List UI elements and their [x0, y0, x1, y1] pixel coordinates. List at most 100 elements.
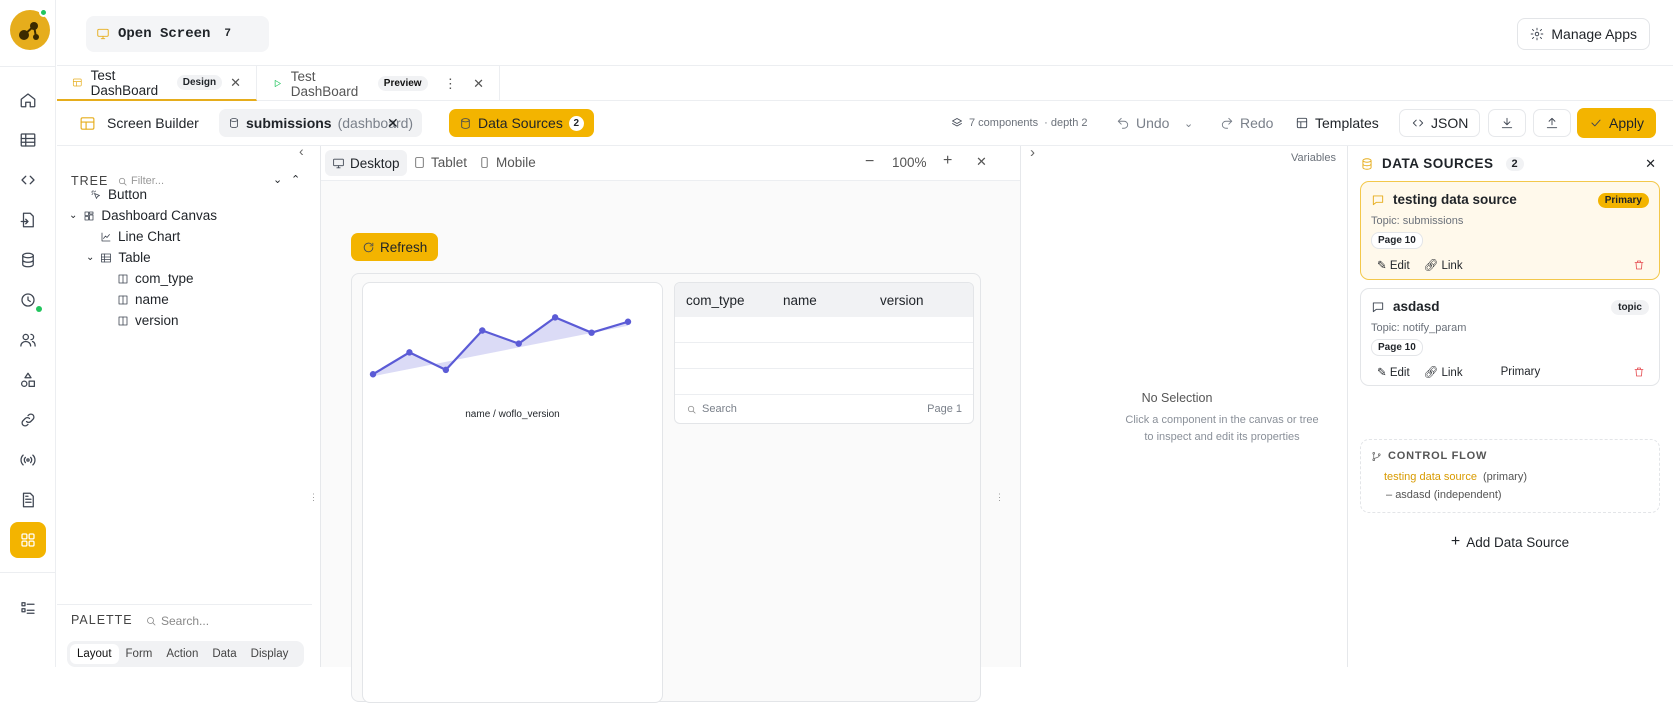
- collapse-all-icon[interactable]: ⌃: [291, 173, 300, 186]
- table-row[interactable]: [675, 369, 973, 395]
- expand-all-icon[interactable]: ⌄: [273, 173, 282, 186]
- expand-inspector-icon[interactable]: ›: [1030, 144, 1035, 161]
- palette-tab-display[interactable]: Display: [244, 644, 296, 664]
- import-nav[interactable]: [10, 202, 46, 238]
- palette-tab-data[interactable]: Data: [205, 644, 243, 664]
- chevron-down-icon[interactable]: ⌄: [69, 210, 77, 221]
- home-icon: [20, 93, 36, 108]
- chart-point[interactable]: [515, 340, 522, 347]
- chevron-down-icon[interactable]: ⌄: [86, 252, 94, 263]
- table-row[interactable]: [675, 343, 973, 369]
- make-primary-button[interactable]: Primary: [1501, 366, 1541, 378]
- users-nav[interactable]: [10, 322, 46, 358]
- history-nav[interactable]: [10, 282, 46, 318]
- line-chart-widget[interactable]: name / woflo_version: [362, 282, 663, 703]
- zoom-in-icon[interactable]: +: [943, 152, 952, 170]
- tree-item-table[interactable]: ⌄ Table: [86, 250, 151, 265]
- close-preview-icon[interactable]: ✕: [976, 154, 987, 170]
- device-desktop[interactable]: Desktop: [325, 150, 407, 176]
- links-nav[interactable]: [10, 402, 46, 438]
- chart-point[interactable]: [551, 314, 559, 321]
- home-nav[interactable]: [10, 82, 46, 118]
- tree-item-column[interactable]: version: [117, 313, 179, 328]
- chart-point[interactable]: [588, 329, 595, 336]
- code-icon: [1412, 119, 1424, 127]
- download-button[interactable]: [1488, 109, 1526, 137]
- docs-nav[interactable]: [10, 482, 46, 518]
- edit-button[interactable]: ✎ Edit: [1377, 258, 1410, 272]
- zoom-out-icon[interactable]: −: [865, 153, 874, 171]
- tab-design-close-icon[interactable]: ✕: [230, 75, 241, 91]
- control-flow-box: CONTROL FLOW testing data source (primar…: [1360, 439, 1660, 513]
- tree-item-column[interactable]: com_type: [117, 271, 194, 286]
- database-nav[interactable]: [10, 242, 46, 278]
- table-footer: Search Page 1: [675, 395, 973, 423]
- table-widget[interactable]: com_type name version Search Page 1: [674, 282, 974, 424]
- tab-preview-menu-icon[interactable]: ⋮: [444, 76, 458, 92]
- undo-history-chevron-icon[interactable]: ⌄: [1184, 109, 1193, 137]
- data-source-card[interactable]: asdasd topic Topic: notify_param Page 10…: [1360, 288, 1660, 386]
- tree-item-dashboard-canvas[interactable]: ⌄ Dashboard Canvas: [69, 208, 217, 223]
- edit-button[interactable]: ✎ Edit: [1377, 365, 1410, 379]
- close-panel-icon[interactable]: ✕: [1645, 156, 1656, 172]
- manage-apps-button[interactable]: Manage Apps: [1517, 18, 1650, 50]
- screens-nav[interactable]: [10, 522, 46, 558]
- chart-point[interactable]: [406, 349, 413, 356]
- grid-icon: [21, 533, 35, 547]
- data-source-card[interactable]: testing data source Primary Topic: submi…: [1360, 181, 1660, 280]
- undo-button[interactable]: Undo: [1116, 109, 1169, 137]
- device-tablet[interactable]: Tablet: [413, 155, 467, 170]
- list-nav[interactable]: [10, 590, 46, 626]
- tree-item-line-chart[interactable]: Line Chart: [100, 229, 180, 244]
- list-icon: [21, 602, 35, 614]
- tree-item-column[interactable]: name: [117, 292, 169, 307]
- broadcast-nav[interactable]: [10, 442, 46, 478]
- redo-button[interactable]: Redo: [1220, 109, 1273, 137]
- column-header[interactable]: com_type: [675, 293, 772, 308]
- apply-button[interactable]: Apply: [1577, 108, 1657, 138]
- table-search[interactable]: Search: [686, 403, 737, 415]
- chart-point[interactable]: [624, 318, 632, 325]
- add-data-source-button[interactable]: + Add Data Source: [1360, 527, 1660, 557]
- upload-button[interactable]: [1533, 109, 1571, 137]
- tab-design[interactable]: Test DashBoard Design ✕: [57, 66, 257, 101]
- trash-icon[interactable]: [1633, 366, 1645, 378]
- chart-point[interactable]: [479, 327, 486, 334]
- data-sources-button[interactable]: Data Sources 2: [449, 109, 594, 137]
- link-label: Link: [1441, 367, 1463, 379]
- canvas-resize-handle[interactable]: ⋮: [995, 492, 1004, 503]
- column-header[interactable]: version: [869, 293, 966, 308]
- tree-filter[interactable]: Filter...: [117, 175, 164, 187]
- link-button[interactable]: 🔗︎ Link: [1424, 258, 1463, 272]
- app-logo[interactable]: [10, 8, 50, 50]
- control-flow-header: CONTROL FLOW: [1371, 450, 1487, 462]
- tab-preview[interactable]: Test DashBoard Preview ⋮ ✕: [257, 66, 500, 101]
- chart-point[interactable]: [369, 371, 377, 378]
- search-icon: [687, 405, 696, 414]
- code-nav[interactable]: [10, 162, 46, 198]
- variables-link[interactable]: Variables: [1291, 152, 1336, 164]
- data-sources-header: DATA SOURCES 2: [1360, 156, 1525, 171]
- tree-resize-handle[interactable]: ⋮: [309, 492, 318, 503]
- tab-preview-close-icon[interactable]: ✕: [473, 76, 484, 92]
- tree-item-button[interactable]: Button: [90, 187, 147, 202]
- submissions-close-icon[interactable]: ✕: [387, 109, 399, 137]
- collapse-panel-icon[interactable]: ‹: [299, 143, 304, 159]
- device-mobile[interactable]: Mobile: [478, 155, 536, 170]
- monitor-icon: [333, 158, 344, 168]
- palette-tab-form[interactable]: Form: [119, 644, 160, 664]
- link-button[interactable]: 🔗︎ Link: [1424, 365, 1463, 379]
- chart-point[interactable]: [442, 366, 450, 374]
- refresh-button[interactable]: Refresh: [351, 233, 439, 261]
- open-screen-button[interactable]: Open Screen 7: [86, 16, 269, 52]
- column-header[interactable]: name: [772, 293, 869, 308]
- tables-nav[interactable]: [10, 122, 46, 158]
- templates-button[interactable]: Templates: [1295, 109, 1379, 137]
- trash-icon[interactable]: [1633, 259, 1645, 271]
- palette-tab-layout[interactable]: Layout: [70, 644, 119, 664]
- palette-search[interactable]: Search...: [145, 614, 209, 628]
- table-row[interactable]: [675, 317, 973, 343]
- shapes-nav[interactable]: [10, 362, 46, 398]
- palette-tab-action[interactable]: Action: [159, 644, 205, 664]
- json-button[interactable]: JSON: [1399, 109, 1481, 137]
